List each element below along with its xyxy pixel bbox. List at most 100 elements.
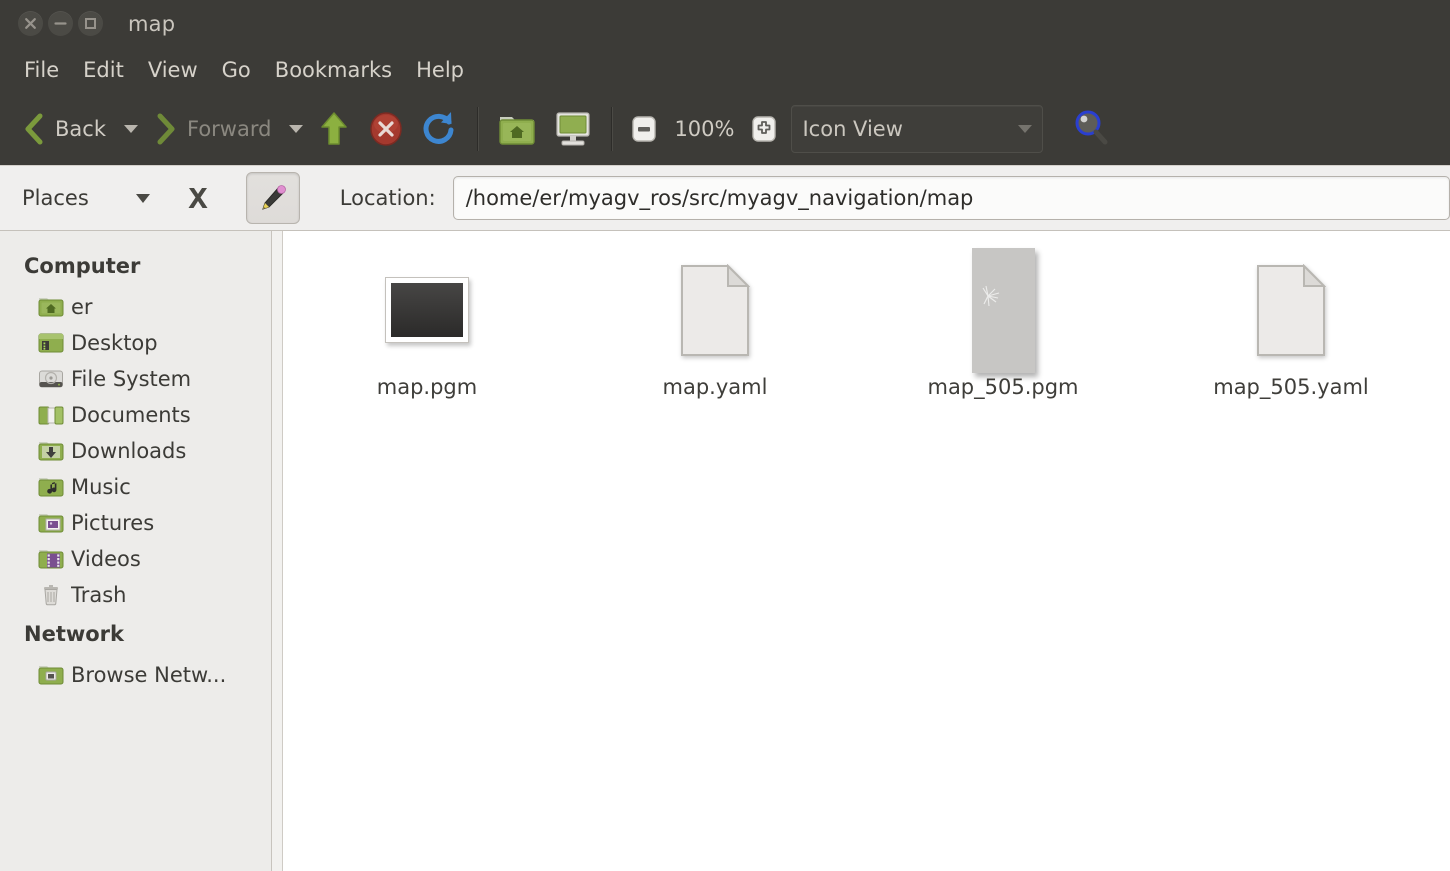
window-title: map: [128, 11, 176, 36]
sidebar-item-label: Trash: [71, 583, 127, 607]
chevron-right-icon: [157, 113, 175, 145]
music-folder-icon: [38, 474, 64, 500]
back-label: Back: [55, 117, 106, 141]
pane-splitter[interactable]: [272, 231, 283, 871]
file-label: map.yaml: [662, 375, 768, 399]
sidebar-item-label: Pictures: [71, 511, 155, 535]
thumbnail: [1256, 247, 1326, 373]
menu-file[interactable]: File: [12, 55, 71, 85]
reload-button[interactable]: [413, 106, 467, 152]
videos-folder-icon: [38, 546, 64, 572]
sidebar-item-label: Documents: [71, 403, 191, 427]
close-sidebar-button[interactable]: [184, 184, 212, 212]
thumbnail: [971, 247, 1035, 373]
zoom-in-button[interactable]: [743, 111, 785, 147]
file-view[interactable]: map.pgm map.yaml map_505.pgm map_505.yam…: [283, 231, 1450, 871]
pictures-folder-icon: [38, 510, 64, 536]
file-item[interactable]: map.yaml: [571, 241, 859, 401]
minimize-icon: [49, 12, 72, 35]
file-item[interactable]: map_505.pgm: [859, 241, 1147, 401]
file-item[interactable]: map.pgm: [283, 241, 571, 401]
harddisk-icon: [38, 366, 64, 392]
trash-icon: [38, 582, 64, 608]
file-item[interactable]: map_505.yaml: [1147, 241, 1435, 401]
up-button[interactable]: [309, 106, 359, 152]
thumbnail: [680, 247, 750, 373]
image-dark-thumbnail: [385, 277, 469, 343]
reload-icon: [424, 112, 454, 144]
zoom-out-button[interactable]: [623, 111, 665, 147]
documents-folder-icon: [38, 402, 64, 428]
zoom-out-icon: [632, 116, 657, 142]
file-label: map_505.yaml: [1213, 375, 1369, 399]
sidebar-item-er[interactable]: er: [0, 289, 271, 325]
back-button[interactable]: Back: [12, 108, 114, 150]
places-dropdown-icon[interactable]: [135, 193, 150, 203]
maximize-icon: [79, 12, 102, 35]
location-bar: Places Location: /home/er/myagv_ros/src/…: [0, 165, 1450, 231]
sidebar-item-file-system[interactable]: File System: [0, 361, 271, 397]
sidebar-item-browse-network[interactable]: Browse Netw...: [0, 657, 271, 693]
icon-grid: map.pgm map.yaml map_505.pgm map_505.yam…: [283, 241, 1450, 401]
sidebar-item-label: Desktop: [71, 331, 158, 355]
computer-button[interactable]: [545, 107, 601, 151]
text-document-icon: [681, 263, 750, 356]
file-manager-window: map File Edit View Go Bookmarks Help Bac…: [0, 0, 1450, 871]
close-icon: [19, 12, 42, 35]
menu-go[interactable]: Go: [210, 55, 263, 85]
menu-help[interactable]: Help: [404, 55, 476, 85]
zoom-level: 100%: [674, 117, 735, 141]
toolbar: Back Forward 100% Icon View: [0, 93, 1450, 165]
file-label: map.pgm: [376, 375, 478, 399]
sidebar-item-label: er: [71, 295, 93, 319]
close-window-button[interactable]: [18, 11, 43, 36]
arrow-up-icon: [321, 112, 348, 145]
image-light-portrait-thumbnail: [971, 247, 1035, 373]
zoom-in-icon: [752, 116, 777, 142]
text-document-icon: [1257, 263, 1326, 356]
sidebar-item-label: Music: [71, 475, 131, 499]
view-mode-combobox[interactable]: Icon View: [791, 105, 1044, 153]
downloads-folder-icon: [38, 438, 64, 464]
sidebar-item-pictures[interactable]: Pictures: [0, 505, 271, 541]
home-folder-icon: [499, 117, 536, 145]
sidebar-item-label: Videos: [71, 547, 141, 571]
sidebar-item-documents[interactable]: Documents: [0, 397, 271, 433]
sidebar-heading-computer: Computer: [24, 254, 141, 278]
content-area: Computer er Desktop File System Document…: [0, 231, 1450, 871]
forward-label: Forward: [186, 117, 272, 141]
search-icon: [1075, 110, 1108, 145]
toggle-location-entry-button[interactable]: [245, 172, 300, 224]
sidebar-heading-network: Network: [24, 622, 125, 646]
sidebar-item-music[interactable]: Music: [0, 469, 271, 505]
computer-icon: [556, 112, 591, 146]
sidebar-item-videos[interactable]: Videos: [0, 541, 271, 577]
search-button[interactable]: [1063, 105, 1119, 153]
sidebar-item-label: File System: [71, 367, 192, 391]
stop-icon: [370, 112, 403, 146]
sidebar-item-downloads[interactable]: Downloads: [0, 433, 271, 469]
desktop-folder-icon: [38, 330, 64, 356]
menu-edit[interactable]: Edit: [71, 55, 136, 85]
minimize-window-button[interactable]: [48, 11, 73, 36]
sidebar-item-trash[interactable]: Trash: [0, 577, 271, 613]
chevron-down-icon: [1018, 125, 1033, 133]
titlebar: map: [0, 0, 1450, 47]
menu-bookmarks[interactable]: Bookmarks: [263, 55, 404, 85]
places-label: Places: [22, 186, 89, 210]
location-input[interactable]: /home/er/myagv_ros/src/myagv_navigation/…: [452, 176, 1450, 220]
toolbar-separator-1: [477, 107, 480, 151]
menu-view[interactable]: View: [136, 55, 210, 85]
home-button[interactable]: [489, 108, 545, 150]
stop-button[interactable]: [359, 107, 413, 151]
sidebar-item-desktop[interactable]: Desktop: [0, 325, 271, 361]
window-controls: [18, 11, 103, 36]
forward-history-dropdown-icon[interactable]: [289, 125, 304, 133]
forward-button[interactable]: Forward: [144, 108, 279, 150]
file-label: map_505.pgm: [927, 375, 1079, 399]
toolbar-separator-2: [611, 107, 614, 151]
thumbnail: [385, 247, 469, 373]
maximize-window-button[interactable]: [78, 11, 103, 36]
location-label: Location:: [339, 186, 436, 210]
back-history-dropdown-icon[interactable]: [123, 125, 138, 133]
